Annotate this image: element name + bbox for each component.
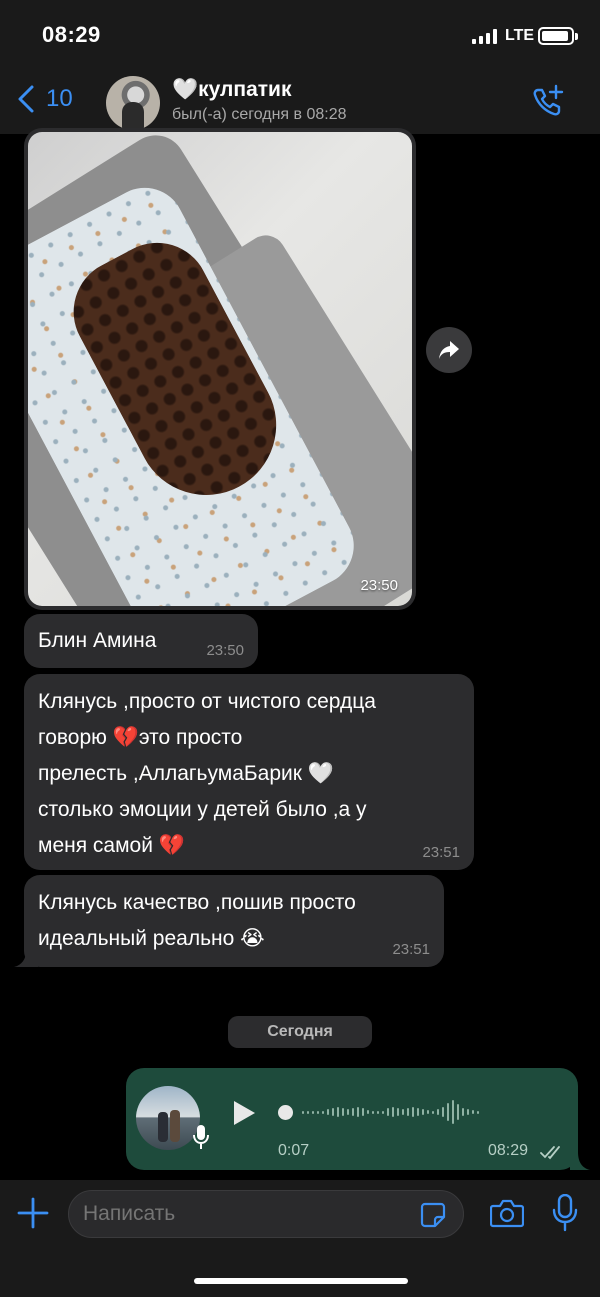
waveform-bar xyxy=(372,1110,374,1114)
home-indicator xyxy=(194,1278,408,1284)
waveform-bar xyxy=(397,1108,399,1116)
waveform-bar xyxy=(302,1110,304,1114)
waveform-bar xyxy=(462,1108,464,1116)
message-line: Клянусь качество ,пошив просто xyxy=(38,891,356,914)
unread-count: 10 xyxy=(46,85,73,112)
chat-header: 10 🤍кулпатик был(-а) сегодня в 08:28 xyxy=(0,70,600,134)
bubble-tail xyxy=(570,1152,590,1170)
message-line: говорю 💔это просто xyxy=(38,726,243,749)
incoming-message[interactable]: Клянусь ,просто от чистого сердца говорю… xyxy=(24,674,474,870)
battery-icon xyxy=(538,27,578,45)
waveform-bar xyxy=(352,1108,354,1116)
message-input[interactable] xyxy=(68,1190,464,1238)
bubble-tail xyxy=(14,951,38,967)
voice-duration: 0:07 xyxy=(278,1142,310,1159)
plus-icon[interactable] xyxy=(16,1196,50,1230)
waveform-bar xyxy=(417,1108,419,1116)
contact-avatar[interactable] xyxy=(106,76,160,130)
waveform[interactable] xyxy=(278,1096,558,1128)
contact-name[interactable]: 🤍кулпатик xyxy=(172,78,291,102)
signal-icon xyxy=(472,29,497,44)
back-button[interactable]: 10 xyxy=(16,84,73,114)
photo-message[interactable]: 23:50 xyxy=(24,128,416,610)
read-checkmarks-icon xyxy=(540,1146,560,1160)
waveform-bar xyxy=(337,1107,339,1117)
waveform-bar xyxy=(317,1110,319,1114)
sender-avatar xyxy=(136,1086,200,1150)
waveform-bar xyxy=(342,1108,344,1116)
waveform-bar xyxy=(427,1110,429,1114)
incoming-message[interactable]: Клянусь качество ,пошив просто идеальный… xyxy=(24,875,444,967)
waveform-bar xyxy=(367,1110,369,1114)
status-time: 08:29 xyxy=(42,22,101,47)
waveform-bar xyxy=(347,1109,349,1115)
message-line: меня самой 💔 xyxy=(38,834,185,857)
waveform-bar xyxy=(477,1110,479,1114)
waveform-bar xyxy=(447,1103,449,1121)
waveform-bar xyxy=(312,1110,314,1114)
play-icon[interactable] xyxy=(228,1098,258,1128)
waveform-bar xyxy=(412,1107,414,1117)
waveform-bar xyxy=(457,1104,459,1120)
waveform-bar xyxy=(402,1109,404,1115)
contact-last-seen: был(-а) сегодня в 08:28 xyxy=(172,106,347,123)
composer-bar xyxy=(0,1180,600,1297)
waveform-bar xyxy=(422,1109,424,1115)
message-line: столько эмоции у детей было ,а у xyxy=(38,798,367,821)
waveform-bar xyxy=(472,1110,474,1114)
message-time: 08:29 xyxy=(488,1142,529,1159)
camera-icon[interactable] xyxy=(490,1198,524,1228)
waveform-bar xyxy=(452,1100,454,1124)
message-line: Клянусь ,просто от чистого сердца xyxy=(38,690,376,713)
microphone-icon xyxy=(193,1125,209,1149)
incoming-message[interactable]: Блин Амина 23:50 xyxy=(24,614,258,668)
waveform-bar xyxy=(357,1107,359,1117)
waveform-bar xyxy=(407,1108,409,1116)
message-time: 23:50 xyxy=(360,577,398,594)
waveform-bar xyxy=(322,1110,324,1114)
message-text: Блин Амина xyxy=(38,629,157,652)
message-line: идеальный реально 😭 xyxy=(38,927,265,950)
waveform-bar xyxy=(387,1108,389,1116)
voice-message[interactable]: 0:07 08:29 xyxy=(126,1068,578,1170)
sticker-icon[interactable] xyxy=(420,1202,446,1228)
waveform-bar xyxy=(437,1109,439,1115)
waveform-bar xyxy=(467,1109,469,1115)
waveform-bar xyxy=(392,1107,394,1117)
chevron-left-icon xyxy=(18,85,34,113)
message-line: прелесть ,АллагьумаБарик 🤍 xyxy=(38,762,334,785)
waveform-bar xyxy=(327,1109,329,1115)
waveform-bar xyxy=(382,1110,384,1114)
playhead[interactable] xyxy=(278,1104,293,1120)
status-bar: 08:29 LTE xyxy=(0,0,600,70)
forward-button[interactable] xyxy=(426,327,472,373)
waveform-bar xyxy=(332,1108,334,1116)
date-separator: Сегодня xyxy=(228,1016,372,1048)
microphone-icon[interactable] xyxy=(552,1194,578,1232)
network-type: LTE xyxy=(505,27,535,44)
forward-icon xyxy=(439,341,459,359)
waveform-bar xyxy=(307,1110,309,1114)
add-call-icon[interactable] xyxy=(530,84,566,120)
waveform-bar xyxy=(362,1108,364,1116)
waveform-bar xyxy=(377,1110,379,1114)
waveform-bar xyxy=(432,1110,434,1114)
message-photo[interactable]: 23:50 xyxy=(28,132,412,606)
message-time: 23:51 xyxy=(392,941,430,958)
message-time: 23:50 xyxy=(206,642,244,659)
waveform-bar xyxy=(442,1107,444,1117)
message-time: 23:51 xyxy=(422,844,460,861)
